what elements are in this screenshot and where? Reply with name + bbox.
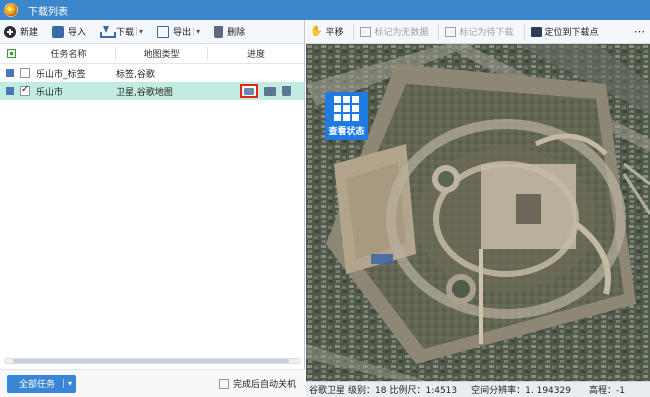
task-type-icon <box>6 87 14 95</box>
more-options-icon[interactable]: ⋯ <box>634 25 646 38</box>
map-toolbar: ✋ 平移 标记为无数据 标记为待下载 定位到下载点 ⋯ <box>306 20 650 44</box>
mark-pending-label: 标记为待下载 <box>459 28 514 38</box>
column-header-name[interactable]: 任务名称 <box>22 47 115 60</box>
delete-label: 删除 <box>227 28 246 38</box>
task-panel: 新建 导入 下载 ▾ 导出 ▾ 删除 任务名称 地图类型 进度 乐山市_标签 标… <box>0 20 305 397</box>
map-type: 卫星,谷歌地图 <box>116 87 173 98</box>
locate-button[interactable]: 定位到下载点 <box>527 22 603 42</box>
import-button[interactable]: 导入 <box>48 22 90 42</box>
all-tasks-button[interactable]: 全部任务 ▾ <box>7 374 77 393</box>
status-elevation: 高程：-1 <box>588 386 625 396</box>
title-bar: 下载列表 <box>0 0 650 20</box>
trash-icon <box>214 25 224 38</box>
mark-no-data-label: 标记为无数据 <box>374 28 429 38</box>
horizontal-scrollbar[interactable] <box>4 358 301 364</box>
select-all-checkbox[interactable] <box>6 49 16 58</box>
auto-shutdown-option[interactable]: 完成后自动关机 <box>219 377 296 390</box>
view-status-label: 查看状态 <box>328 126 365 137</box>
image-glyph <box>244 87 254 95</box>
status-level: 级别：18 <box>348 386 387 396</box>
status-source: 谷歌卫星 <box>309 386 346 396</box>
export-dropdown-icon[interactable]: ▾ <box>193 27 200 36</box>
table-row[interactable]: 乐山市_标签 标签,谷歌 <box>0 64 304 82</box>
mark-no-data-button[interactable]: 标记为无数据 <box>356 22 432 42</box>
task-toolbar: 新建 导入 下载 ▾ 导出 ▾ 删除 <box>0 20 304 44</box>
map-type: 标签,谷歌 <box>116 69 155 80</box>
map-panel: ✋ 平移 标记为无数据 标记为待下载 定位到下载点 ⋯ 查看状态 谷歌卫星 级别… <box>306 20 650 397</box>
delete-button[interactable]: 删除 <box>210 22 249 42</box>
task-name: 乐山市 <box>36 87 64 98</box>
task-type-icon <box>6 69 14 77</box>
bottom-bar: 全部任务 ▾ 完成后自动关机 <box>0 369 305 397</box>
plus-icon <box>4 25 16 38</box>
hand-icon: ✋ <box>310 26 323 37</box>
toolbar-divider <box>438 24 440 39</box>
folder-icon[interactable] <box>264 86 276 96</box>
toolbar-divider <box>353 24 355 39</box>
auto-shutdown-label: 完成后自动关机 <box>233 380 297 390</box>
toolbar-divider <box>523 24 525 39</box>
task-name: 乐山市_标签 <box>36 69 86 80</box>
view-image-icon[interactable] <box>240 84 258 98</box>
chevron-down-icon[interactable]: ▾ <box>63 379 76 388</box>
table-header: 任务名称 地图类型 进度 <box>0 44 304 64</box>
select-all-cell[interactable] <box>0 49 22 58</box>
pan-label: 平移 <box>325 28 344 38</box>
pan-button[interactable]: ✋ 平移 <box>306 22 347 42</box>
window-title: 下载列表 <box>28 6 68 18</box>
row-checkbox[interactable] <box>20 68 30 78</box>
new-button[interactable]: 新建 <box>0 22 42 42</box>
download-icon <box>100 25 117 38</box>
map-status-bar: 谷歌卫星 级别：18 比例尺：1:4513 空间分辨率：1. 194329 高程… <box>306 381 650 397</box>
status-scale: 比例尺：1:4513 <box>389 386 458 396</box>
export-button[interactable]: 导出 ▾ <box>153 22 204 42</box>
row-checkbox[interactable] <box>20 84 30 96</box>
export-label: 导出 <box>173 28 192 38</box>
column-header-progress[interactable]: 进度 <box>207 47 304 60</box>
download-label: 下载 <box>116 28 135 38</box>
download-button[interactable]: 下载 ▾ <box>96 22 147 42</box>
grid-icon <box>334 95 359 121</box>
table-row-selected[interactable]: 乐山市 卫星,谷歌地图 <box>0 82 304 100</box>
column-header-type[interactable]: 地图类型 <box>115 47 207 60</box>
download-dropdown-icon[interactable]: ▾ <box>136 27 143 36</box>
view-status-button[interactable]: 查看状态 <box>325 92 368 140</box>
new-label: 新建 <box>20 28 39 38</box>
status-resolution: 空间分辨率：1. 194329 <box>471 386 571 396</box>
auto-shutdown-checkbox[interactable] <box>219 378 229 389</box>
export-icon <box>157 25 170 38</box>
all-tasks-label: 全部任务 <box>19 380 56 390</box>
mark-icon <box>445 26 457 37</box>
import-icon <box>52 25 65 38</box>
mark-icon <box>360 26 372 37</box>
import-label: 导入 <box>68 28 87 38</box>
row-actions <box>240 84 291 98</box>
app-logo-icon <box>4 3 18 17</box>
locate-label: 定位到下载点 <box>544 28 599 38</box>
mark-pending-button[interactable]: 标记为待下载 <box>441 22 517 42</box>
trash-icon[interactable] <box>282 86 291 96</box>
satellite-map[interactable]: 查看状态 <box>306 44 650 381</box>
scrollbar-thumb[interactable] <box>13 359 289 363</box>
locate-icon <box>530 26 542 37</box>
